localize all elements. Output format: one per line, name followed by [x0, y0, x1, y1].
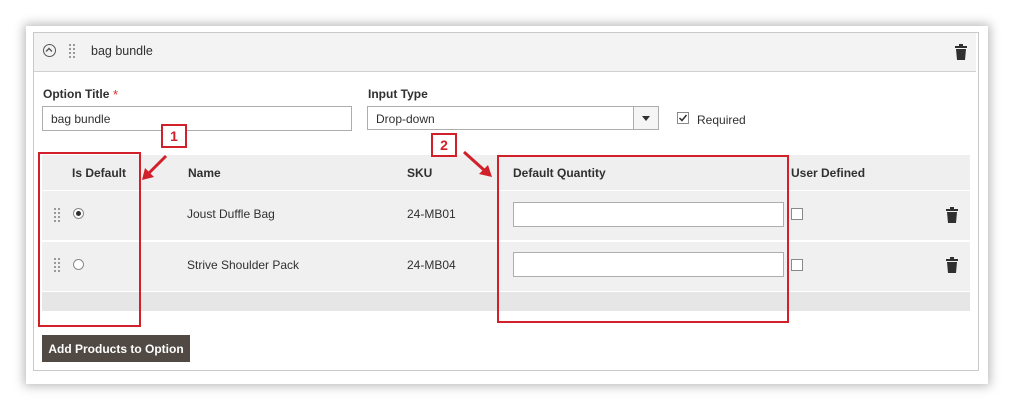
product-sku: 24-MB04	[407, 258, 456, 272]
annotation-badge-1: 1	[161, 124, 187, 148]
required-checkbox[interactable]	[677, 112, 689, 124]
required-label: Required	[697, 113, 746, 127]
col-header-user-defined: User Defined	[791, 166, 866, 180]
option-title-label: Option Title	[43, 87, 110, 101]
col-header-sku: SKU	[407, 166, 433, 180]
col-header-name: Name	[188, 166, 221, 180]
user-defined-checkbox[interactable]	[791, 208, 803, 220]
input-type-select[interactable]: Drop-down	[367, 106, 659, 130]
delete-row-trash-icon[interactable]	[946, 207, 958, 223]
collapse-toggle-icon[interactable]	[43, 44, 56, 57]
input-type-label: Input Type	[368, 87, 428, 101]
annotation-arrow-2	[462, 150, 492, 177]
user-defined-checkbox[interactable]	[791, 259, 803, 271]
annotation-arrow-1	[142, 154, 168, 180]
product-name: Strive Shoulder Pack	[187, 258, 300, 272]
option-title-input[interactable]	[42, 106, 352, 131]
option-header-title: bag bundle	[91, 44, 153, 58]
checkmark-icon	[678, 114, 688, 122]
required-asterisk: *	[113, 87, 119, 102]
highlight-box-is-default	[38, 152, 141, 327]
dropdown-arrow-icon[interactable]	[633, 107, 658, 129]
highlight-box-default-quantity	[497, 155, 789, 323]
option-header	[34, 33, 976, 72]
delete-row-trash-icon[interactable]	[946, 257, 958, 273]
delete-option-trash-icon[interactable]	[955, 44, 967, 60]
product-sku: 24-MB01	[407, 207, 456, 221]
product-name: Joust Duffle Bag	[187, 207, 275, 221]
annotation-badge-2: 2	[431, 133, 457, 157]
input-type-selected-value: Drop-down	[376, 112, 435, 126]
add-products-to-option-button[interactable]: Add Products to Option	[42, 335, 190, 362]
drag-handle-icon[interactable]	[69, 44, 76, 58]
